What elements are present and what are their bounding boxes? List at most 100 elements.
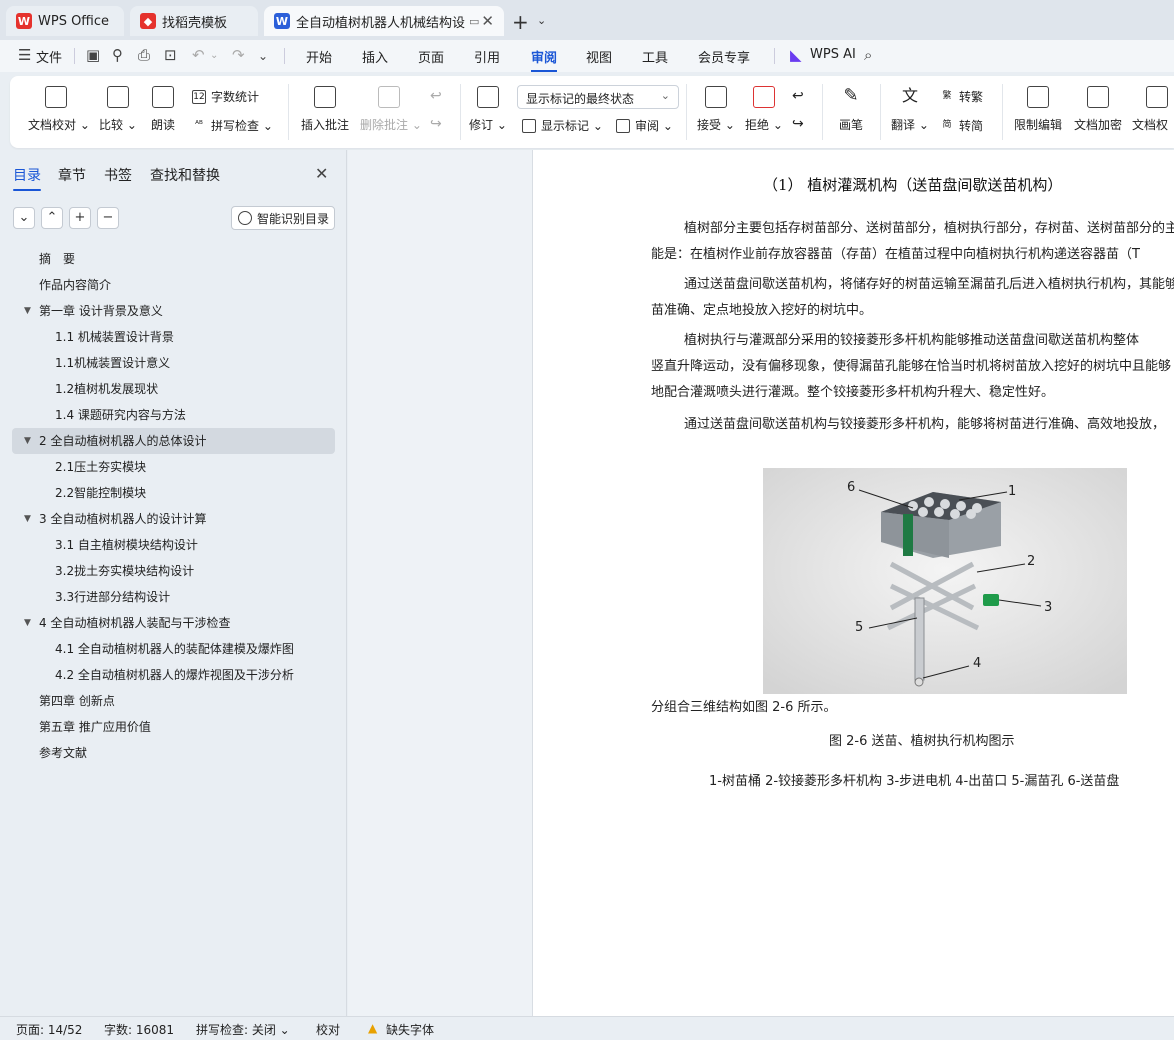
figure-label: 5 bbox=[855, 620, 864, 635]
menu-page[interactable]: 页面 bbox=[418, 47, 444, 66]
restrict-edit-button[interactable]: 限制编辑 bbox=[1012, 86, 1064, 133]
pen-label: 画笔 bbox=[838, 118, 863, 132]
toc-item[interactable]: 1.2植树机发展现状 bbox=[12, 376, 335, 402]
toc-item[interactable]: 参考文献 bbox=[12, 740, 335, 766]
page-indicator[interactable]: 页面: 14/52 bbox=[16, 1021, 82, 1038]
expand-arrow-icon[interactable]: ▼ bbox=[24, 428, 31, 454]
prev-comment-icon[interactable]: ↩ bbox=[430, 88, 442, 104]
more-chevron-icon[interactable]: ⌄ bbox=[258, 49, 268, 63]
toc-item[interactable]: ▼ 第一章 设计背景及意义 bbox=[12, 298, 335, 324]
expand-arrow-icon[interactable]: ▼ bbox=[24, 506, 31, 532]
expand-up-button[interactable]: ⌃ bbox=[41, 207, 63, 229]
nav-tab-toc[interactable]: 目录 bbox=[13, 165, 41, 191]
nav-tab-find-replace[interactable]: 查找和替换 bbox=[150, 165, 220, 185]
remove-heading-button[interactable]: − bbox=[97, 207, 119, 229]
word-count-indicator[interactable]: 字数: 16081 bbox=[104, 1021, 174, 1038]
spell-check-indicator[interactable]: 拼写检查: 关闭 ⌄ bbox=[196, 1021, 290, 1038]
menu-insert[interactable]: 插入 bbox=[362, 47, 388, 66]
expand-arrow-icon[interactable]: ▼ bbox=[24, 610, 31, 636]
proof-indicator[interactable]: 校对 bbox=[316, 1021, 340, 1038]
print-preview-icon[interactable]: ⊡ bbox=[164, 46, 177, 64]
chevron-down-icon[interactable]: ⌄ bbox=[537, 14, 546, 27]
toc-item[interactable]: 4.2 全自动植树机器人的爆炸视图及干涉分析 bbox=[12, 662, 335, 688]
menu-start[interactable]: 开始 bbox=[306, 47, 332, 66]
toc-item[interactable]: ▼ 4 全自动植树机器人装配与干涉检查 bbox=[12, 610, 335, 636]
toc-item[interactable]: ▼ 2 全自动植树机器人的总体设计 bbox=[12, 428, 335, 454]
add-heading-button[interactable]: + bbox=[69, 207, 91, 229]
toc-item[interactable]: 2.2智能控制模块 bbox=[12, 480, 335, 506]
toc-item[interactable]: 1.4 课题研究内容与方法 bbox=[12, 402, 335, 428]
tab-wps-office[interactable]: W WPS Office bbox=[6, 6, 124, 36]
word-doc-icon: W bbox=[274, 13, 290, 29]
menu-tools[interactable]: 工具 bbox=[642, 47, 668, 66]
toc-item[interactable]: 作品内容简介 bbox=[12, 272, 335, 298]
menu-member[interactable]: 会员专享 bbox=[698, 47, 750, 66]
nav-tab-chapters[interactable]: 章节 bbox=[58, 165, 86, 185]
toc-item[interactable]: ▼ 3 全自动植树机器人的设计计算 bbox=[12, 506, 335, 532]
search-icon[interactable]: ⌕ bbox=[864, 46, 872, 64]
toc-item[interactable]: 摘 要 bbox=[12, 246, 335, 272]
figure-2-6-image[interactable]: 1 2 3 4 5 6 bbox=[763, 468, 1127, 694]
toc-item[interactable]: 2.1压土夯实模块 bbox=[12, 454, 335, 480]
compare-button[interactable]: 比较 ⌄ bbox=[96, 86, 140, 133]
share-icon[interactable]: ⚲ bbox=[112, 46, 123, 64]
new-tab-plus-icon[interactable]: + bbox=[512, 10, 529, 34]
markup-state-select[interactable]: 显示标记的最终状态 ⌄ bbox=[517, 85, 679, 109]
toc-item[interactable]: 4.1 全自动植树机器人的装配体建模及爆炸图 bbox=[12, 636, 335, 662]
collapse-down-button[interactable]: ⌄ bbox=[13, 207, 35, 229]
translate-button[interactable]: 文 翻译 ⌄ bbox=[890, 86, 930, 133]
pen-button[interactable]: ✎ 画笔 bbox=[836, 86, 866, 133]
nav-tab-bookmarks[interactable]: 书签 bbox=[104, 165, 132, 185]
missing-font-indicator[interactable]: 缺失字体 bbox=[386, 1021, 434, 1038]
menu-wps-ai[interactable]: WPS AI bbox=[810, 47, 856, 62]
next-comment-icon[interactable]: ↪ bbox=[430, 116, 442, 132]
menu-view[interactable]: 视图 bbox=[586, 47, 612, 66]
expand-arrow-icon[interactable]: ▼ bbox=[24, 298, 31, 324]
word-count-button[interactable]: 12 字数统计 bbox=[192, 88, 259, 105]
toc-item[interactable]: 第四章 创新点 bbox=[12, 688, 335, 714]
smart-toc-button[interactable]: 智能识别目录 bbox=[231, 206, 335, 230]
undo-icon[interactable]: ↶ bbox=[192, 46, 205, 64]
wps-ai-icon[interactable]: ◣ bbox=[790, 46, 802, 64]
reject-button[interactable]: 拒绝 ⌄ bbox=[744, 86, 784, 133]
review-pane-button[interactable]: 审阅 ⌄ bbox=[616, 117, 673, 134]
toc-item[interactable]: 1.1机械装置设计意义 bbox=[12, 350, 335, 376]
toc-item[interactable]: 3.2拢土夯实模块结构设计 bbox=[12, 558, 335, 584]
close-panel-icon[interactable]: ✕ bbox=[315, 164, 328, 183]
menu-file[interactable]: 文件 bbox=[36, 47, 62, 66]
show-markup-button[interactable]: 显示标记 ⌄ bbox=[522, 117, 603, 134]
insert-comment-label: 插入批注 bbox=[300, 118, 349, 132]
warning-icon: ▲ bbox=[368, 1021, 378, 1035]
menu-reference[interactable]: 引用 bbox=[474, 47, 500, 66]
save-icon[interactable]: ▣ bbox=[86, 46, 100, 64]
print-icon[interactable]: ⎙ bbox=[138, 46, 150, 64]
tab-docer[interactable]: ◆ 找稻壳模板 bbox=[130, 6, 258, 36]
redo-icon[interactable]: ↷ bbox=[232, 46, 245, 64]
to-simplified-button[interactable]: 简 转简 bbox=[940, 117, 983, 134]
hamburger-icon[interactable]: ☰ bbox=[18, 46, 31, 64]
delete-comment-label: 删除批注 bbox=[360, 118, 409, 132]
document-page[interactable]: （1） 植树灌溉机构（送苗盘间歇送苗机构） 植树部分主要包括存树苗部分、送树苗部… bbox=[532, 150, 1174, 1016]
spell-check-button[interactable]: ᴬᴮ 拼写检查 ⌄ bbox=[192, 117, 273, 134]
doc-permission-button[interactable]: 文档权 bbox=[1132, 86, 1174, 133]
insert-comment-button[interactable]: 插入批注 bbox=[298, 86, 352, 133]
doc-proof-button[interactable]: 文档校对 ⌄ bbox=[28, 86, 90, 133]
to-traditional-button[interactable]: 繁 转繁 bbox=[940, 88, 983, 105]
delete-comment-button[interactable]: 删除批注 ⌄ bbox=[360, 86, 422, 133]
divider bbox=[288, 84, 289, 140]
tab-document[interactable]: W 全自动植树机器人机械结构设 ▭ ✕ bbox=[264, 6, 504, 36]
accept-button[interactable]: 接受 ⌄ bbox=[696, 86, 736, 133]
revise-button[interactable]: 修订 ⌄ bbox=[468, 86, 508, 133]
close-tab-icon[interactable]: ✕ bbox=[481, 12, 494, 30]
prev-change-icon[interactable]: ↩ bbox=[792, 88, 804, 104]
read-aloud-button[interactable]: 朗读 bbox=[148, 86, 178, 133]
menu-review[interactable]: 审阅 bbox=[531, 47, 558, 72]
figure-label: 2 bbox=[1027, 554, 1036, 569]
toc-item[interactable]: 1.1 机械装置设计背景 bbox=[12, 324, 335, 350]
chevron-down-icon[interactable]: ⌄ bbox=[210, 50, 218, 61]
next-change-icon[interactable]: ↪ bbox=[792, 116, 804, 132]
toc-item[interactable]: 3.1 自主植树模块结构设计 bbox=[12, 532, 335, 558]
toc-item[interactable]: 第五章 推广应用价值 bbox=[12, 714, 335, 740]
encrypt-button[interactable]: 文档加密 bbox=[1072, 86, 1124, 133]
toc-item[interactable]: 3.3行进部分结构设计 bbox=[12, 584, 335, 610]
